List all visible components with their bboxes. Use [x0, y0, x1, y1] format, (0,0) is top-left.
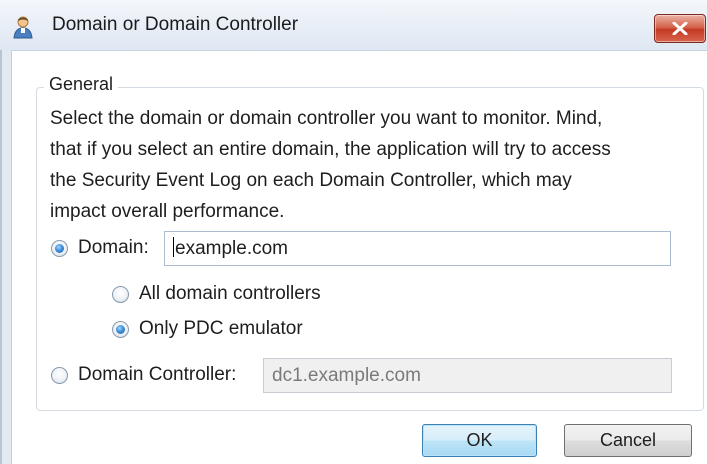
domain-controller-radio[interactable] — [51, 367, 68, 384]
domain-label: Domain: — [78, 237, 149, 258]
description-text: Select the domain or domain controller y… — [50, 103, 700, 227]
domain-input-value: example.com — [175, 238, 288, 259]
window-frame-edge — [0, 50, 2, 464]
close-button[interactable] — [654, 14, 706, 43]
all-domain-controllers-label: All domain controllers — [139, 283, 321, 304]
domain-controller-input[interactable]: dc1.example.com — [263, 358, 672, 393]
group-label: General — [44, 74, 119, 95]
window-title: Domain or Domain Controller — [52, 14, 299, 35]
user-icon — [12, 15, 34, 39]
close-icon — [672, 22, 688, 35]
all-domain-controllers-radio[interactable] — [112, 286, 129, 303]
description-line: the Security Event Log on each Domain Co… — [50, 170, 572, 191]
title-bar[interactable]: Domain or Domain Controller — [0, 0, 707, 51]
pdc-emulator-label: Only PDC emulator — [139, 318, 303, 339]
domain-radio[interactable] — [51, 240, 68, 257]
description-line: impact overall performance. — [50, 201, 285, 222]
description-line: Select the domain or domain controller y… — [50, 108, 603, 129]
pdc-emulator-radio[interactable] — [112, 321, 129, 338]
domain-controller-label: Domain Controller: — [78, 364, 237, 385]
text-caret — [173, 237, 174, 257]
domain-input[interactable]: example.com — [164, 231, 671, 266]
cancel-button[interactable]: Cancel — [564, 424, 692, 457]
domain-controller-input-value: dc1.example.com — [272, 365, 421, 386]
ok-button[interactable]: OK — [422, 424, 537, 457]
description-line: that if you select an entire domain, the… — [50, 139, 611, 160]
dialog-window: Domain or Domain Controller General Sele… — [0, 0, 707, 464]
